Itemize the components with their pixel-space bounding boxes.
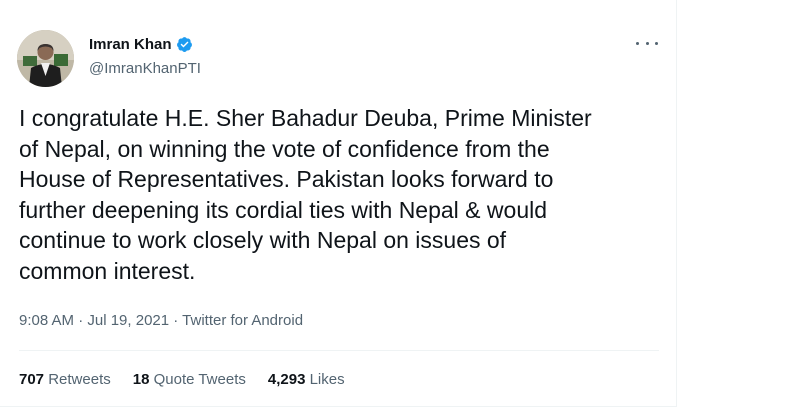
tweet-timestamp[interactable]: 9:08 AM · Jul 19, 2021 · Twitter for And…: [19, 312, 303, 329]
tweet-text: I congratulate H.E. Sher Bahadur Deuba, …: [19, 105, 592, 284]
quote-tweets-label: Quote Tweets: [153, 371, 246, 388]
profile-photo-icon: [17, 30, 74, 87]
divider: [19, 350, 659, 351]
likes-count: 4,293: [267, 371, 306, 388]
author-name-row: Imran Khan: [89, 36, 193, 53]
tweet-stats: 707 Retweets 18 Quote Tweets 4,293 Likes: [19, 371, 345, 388]
author-display-name[interactable]: Imran Khan: [89, 36, 172, 53]
retweets-label: Retweets: [48, 371, 111, 388]
more-horizontal-icon[interactable]: [636, 37, 658, 49]
avatar[interactable]: [17, 30, 74, 87]
likes-label: Likes: [309, 371, 345, 388]
retweets-count: 707: [19, 371, 45, 388]
likes-stat[interactable]: 4,293 Likes: [268, 371, 345, 388]
verified-badge-icon: [176, 37, 192, 52]
quote-tweets-count: 18: [132, 371, 150, 388]
author-handle[interactable]: @ImranKhanPTI: [89, 60, 201, 77]
tweet-card: Imran Khan @ImranKhanPTI I congratulate …: [0, 0, 677, 407]
retweets-stat[interactable]: 707 Retweets: [19, 371, 111, 388]
quote-tweets-stat[interactable]: 18 Quote Tweets: [133, 371, 246, 388]
